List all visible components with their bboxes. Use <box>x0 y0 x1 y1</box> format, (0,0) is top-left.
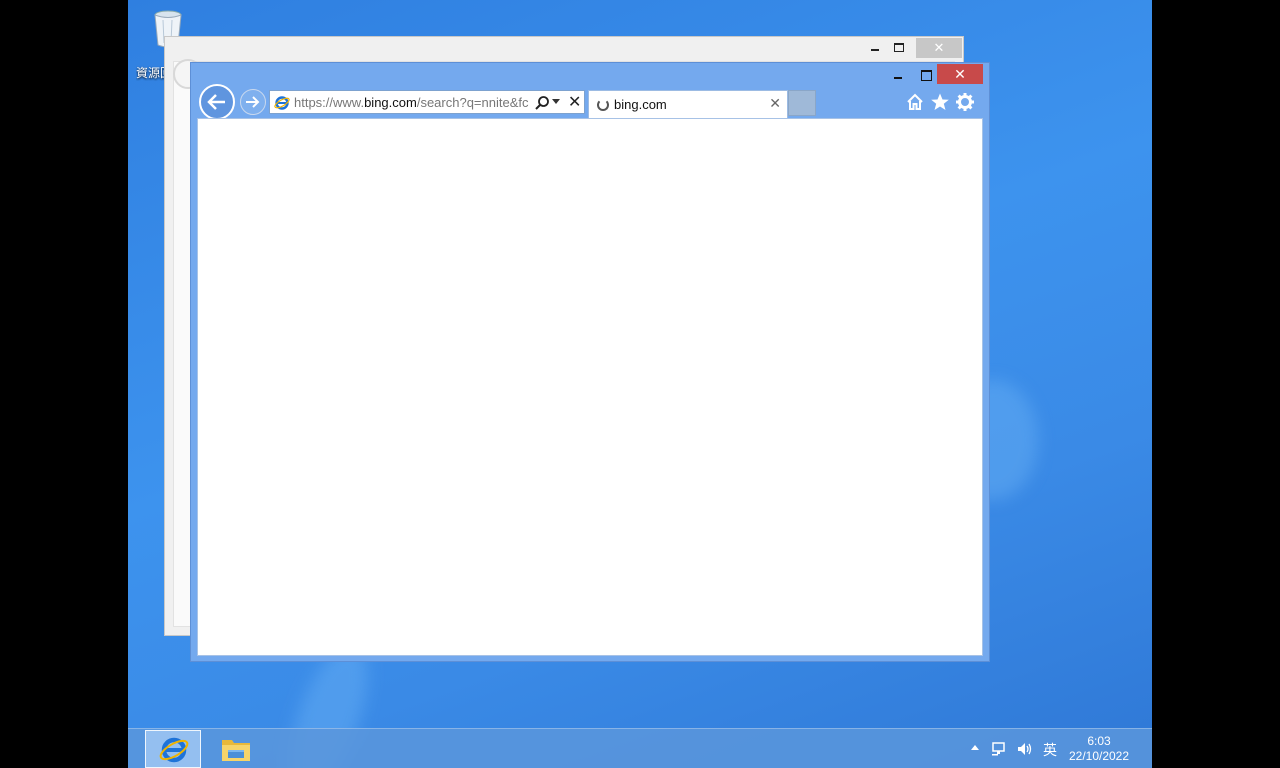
taskbar-internet-explorer[interactable] <box>145 730 201 768</box>
tab-title: bing.com <box>614 97 667 112</box>
clear-address-icon[interactable]: ✕ <box>568 92 581 112</box>
arrow-left-icon <box>207 94 225 110</box>
address-bar[interactable]: https://www.bing.com/search?q=nnite&fc ✕ <box>269 90 585 114</box>
loading-spinner-icon <box>597 99 609 111</box>
screen: 資源回收筒 ✕ ✕ <box>0 0 1280 768</box>
address-url[interactable]: https://www.bing.com/search?q=nnite&fc <box>294 95 532 110</box>
minimize-button[interactable] <box>887 65 909 85</box>
input-method-indicator[interactable]: 英 <box>1043 740 1057 760</box>
new-tab-button[interactable] <box>788 90 816 116</box>
maximize-button[interactable] <box>913 65 939 85</box>
browser-window[interactable]: ✕ https://www.bing.com/search?q=nnite&fc <box>190 62 990 662</box>
internet-explorer-icon <box>159 737 189 763</box>
tab-close-icon[interactable]: ✕ <box>769 95 781 112</box>
show-hidden-icons-icon[interactable] <box>971 745 979 750</box>
arrow-right-icon <box>246 96 260 108</box>
tab-bing[interactable]: bing.com ✕ <box>588 90 788 118</box>
background-minimize-icon[interactable] <box>863 38 887 58</box>
clock-date: 22/10/2022 <box>1068 749 1130 763</box>
gear-icon[interactable] <box>955 92 975 112</box>
background-maximize-icon[interactable] <box>887 38 911 58</box>
favorites-star-icon[interactable] <box>930 92 950 112</box>
volume-icon[interactable] <box>1016 741 1032 757</box>
taskbar-file-explorer[interactable] <box>216 731 256 767</box>
ie-page-icon <box>274 96 290 110</box>
folder-icon <box>222 740 250 761</box>
taskbar: 英 6:03 22/10/2022 <box>128 728 1152 768</box>
clock-time: 6:03 <box>1087 734 1111 748</box>
desktop: 資源回收筒 ✕ ✕ <box>128 0 1152 768</box>
network-icon[interactable] <box>991 741 1007 757</box>
forward-button[interactable] <box>240 89 266 115</box>
search-icon[interactable] <box>534 95 550 111</box>
page-content[interactable] <box>197 118 983 656</box>
home-icon[interactable] <box>905 92 925 112</box>
back-button[interactable] <box>199 84 235 120</box>
chevron-down-icon[interactable] <box>552 99 560 104</box>
background-close-button[interactable]: ✕ <box>916 38 962 58</box>
close-button[interactable]: ✕ <box>937 64 983 84</box>
clock[interactable]: 6:03 22/10/2022 <box>1058 734 1140 764</box>
